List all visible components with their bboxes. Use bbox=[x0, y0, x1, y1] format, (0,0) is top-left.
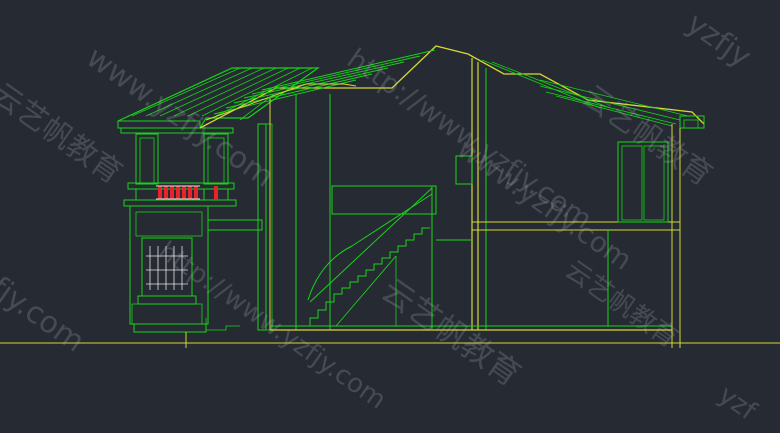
left-roof bbox=[117, 67, 320, 134]
right-roof bbox=[481, 59, 705, 129]
section-walls bbox=[207, 58, 681, 348]
balcony-balustrade bbox=[156, 185, 218, 200]
main-roof bbox=[199, 45, 705, 129]
cad-viewport[interactable]: www.yzfjy.com 云艺帆教育 http://www.yzfjy.com… bbox=[0, 0, 780, 433]
bay-window bbox=[129, 205, 240, 348]
staircase bbox=[307, 187, 433, 327]
right-window bbox=[617, 141, 669, 223]
section-drawing[interactable] bbox=[0, 0, 780, 433]
